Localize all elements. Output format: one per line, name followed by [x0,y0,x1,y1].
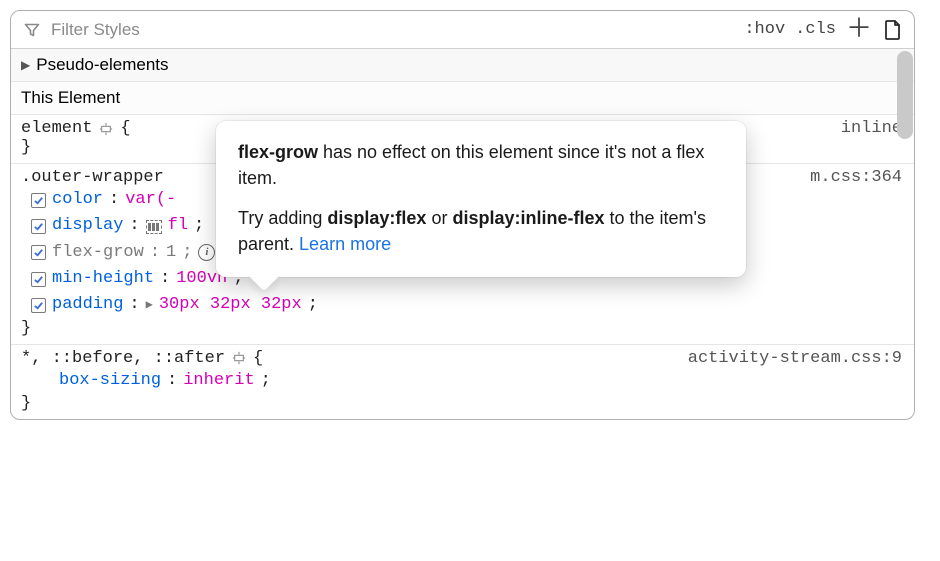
highlight-target-icon[interactable] [98,121,114,137]
toolbar-right: :hov .cls ＋ [744,19,904,41]
learn-more-link[interactable]: Learn more [299,234,391,254]
tooltip-text: or [426,208,452,228]
tooltip-paragraph: flex-grow has no effect on this element … [238,139,724,191]
css-property[interactable]: min-height [52,266,154,292]
selector-text[interactable]: element [21,119,92,138]
selector-text[interactable]: .outer-wrapper [21,168,164,187]
highlight-target-icon[interactable] [231,350,247,366]
declaration-toggle-checkbox[interactable] [31,193,46,208]
css-value[interactable]: 30px 32px 32px [159,292,302,318]
this-element-title: This Element [21,88,120,108]
tooltip-prop-name: flex-grow [238,142,318,162]
semicolon: ; [261,368,271,394]
flex-swatch-icon[interactable] [146,219,162,235]
colon: : [160,266,170,292]
filter-icon [21,19,43,41]
hov-toggle[interactable]: :hov [744,19,785,41]
declaration-toggle-checkbox[interactable] [31,245,46,260]
rule-source-link[interactable]: m.css:364 [810,168,902,187]
css-value[interactable]: fl [168,213,188,239]
close-brace: } [21,394,904,413]
pseudo-elements-header[interactable]: ▶ Pseudo-elements [11,49,914,82]
css-value[interactable]: var(- [125,187,176,213]
css-property[interactable]: display [52,213,123,239]
declaration-toggle-checkbox[interactable] [31,219,46,234]
open-brace: { [253,349,263,368]
vertical-scrollbar-thumb[interactable] [897,51,913,139]
declaration-toggle-checkbox[interactable] [31,298,46,313]
stylesheet-icon[interactable] [882,19,904,41]
disclosure-triangle-icon: ▶ [21,58,30,72]
open-brace: { [120,119,130,138]
new-rule-button[interactable]: ＋ [846,19,872,41]
filter-wrap [21,19,732,41]
tooltip-code: display:inline-flex [452,208,604,228]
declaration-toggle-checkbox[interactable] [31,272,46,287]
selector-text[interactable]: *, ::before, ::after [21,349,225,368]
css-property-inactive[interactable]: flex-grow [52,240,144,266]
filter-styles-input[interactable] [51,20,732,40]
inactive-css-tooltip: flex-grow has no effect on this element … [216,121,746,277]
rule-source-link[interactable]: activity-stream.css:9 [688,349,902,368]
css-property[interactable]: color [52,187,103,213]
css-value-inactive[interactable]: 1 [166,240,176,266]
colon: : [129,213,139,239]
semicolon: ; [308,292,318,318]
rule-universal: *, ::before, ::after { activity-stream.c… [11,345,914,419]
css-property[interactable]: box-sizing [59,368,161,394]
expand-shorthand-icon[interactable]: ▶ [146,296,153,315]
pseudo-elements-title: Pseudo-elements [36,55,168,75]
styles-toolbar: :hov .cls ＋ [11,11,914,49]
css-value[interactable]: inherit [183,368,254,394]
declaration-row: padding: ▶ 30px 32px 32px; [21,292,904,318]
colon: : [129,292,139,318]
declaration-row: box-sizing: inherit; [21,368,904,394]
css-property[interactable]: padding [52,292,123,318]
styles-panel: :hov .cls ＋ ▶ Pseudo-elements This Eleme… [10,10,915,420]
colon: : [109,187,119,213]
inactive-css-info-icon[interactable]: i [198,244,215,261]
cls-toggle[interactable]: .cls [795,19,836,41]
this-element-header: This Element [11,82,914,115]
semicolon: ; [194,213,204,239]
colon: : [167,368,177,394]
colon: : [150,240,160,266]
tooltip-code: display:flex [327,208,426,228]
tooltip-paragraph: Try adding display:flex or display:inlin… [238,205,724,257]
rule-source-link[interactable]: inline [841,119,902,138]
tooltip-text: Try adding [238,208,327,228]
close-brace: } [21,319,904,338]
semicolon: ; [182,240,192,266]
